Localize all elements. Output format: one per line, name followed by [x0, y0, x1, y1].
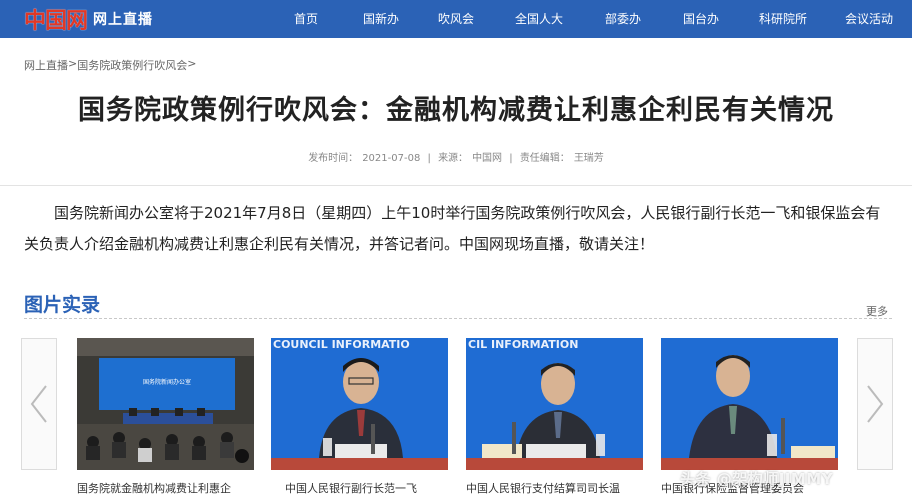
nav-item-ministries[interactable]: 部委办	[584, 0, 662, 38]
press-hall-photo: 国务院新闻办公室	[77, 338, 254, 470]
nav-item-research[interactable]: 科研院所	[740, 0, 826, 38]
main-nav: 首页 国新办 吹风会 全国人大 部委办 国台办 科研院所 会议活动	[268, 0, 912, 38]
chevron-left-icon	[30, 385, 47, 423]
date-label: 发布时间：	[308, 153, 359, 164]
screen-text: 国务院新闻办公室	[143, 378, 191, 386]
breadcrumb-separator: >	[68, 57, 78, 70]
top-navigation-bar: 中国网 网上直播 首页 国新办 吹风会 全国人大 部委办 国台办 科研院所 会议…	[0, 0, 912, 38]
gallery-caption-2[interactable]: 中国人民银行副行长范一飞	[285, 480, 462, 496]
nav-item-events[interactable]: 会议活动	[826, 0, 912, 38]
site-logo[interactable]: 中国网 网上直播	[24, 4, 153, 34]
gallery-caption-1[interactable]: 国务院就金融机构减费让利惠企	[77, 480, 254, 496]
gallery-thumb-2[interactable]: COUNCIL INFORMATIO	[271, 338, 448, 470]
gallery-thumb-3[interactable]: CIL INFORMATION	[466, 338, 643, 470]
nav-item-npc[interactable]: 全国人大	[494, 0, 584, 38]
breadcrumb-separator: >	[187, 57, 197, 70]
banner-text: CIL INFORMATION	[468, 338, 578, 351]
editor-name: 王瑞芳	[573, 153, 604, 164]
speaker-photo-3	[661, 338, 838, 470]
nav-item-scio[interactable]: 国新办	[344, 0, 418, 38]
breadcrumb-live[interactable]: 网上直播	[24, 57, 68, 73]
banner-text: COUNCIL INFORMATIO	[273, 338, 410, 351]
nav-item-briefing[interactable]: 吹风会	[418, 0, 494, 38]
carousel-prev-button[interactable]	[21, 338, 57, 470]
breadcrumb: 网上直播 > 国务院政策例行吹风会 >	[24, 57, 196, 73]
nav-item-taiwan-office[interactable]: 国台办	[662, 0, 740, 38]
gallery-thumb-1[interactable]: 国务院新闻办公室	[77, 338, 254, 470]
source-label: 来源：	[438, 153, 469, 164]
editor-label: 责任编辑：	[519, 153, 570, 164]
meta-separator: |	[509, 153, 513, 164]
gallery-thumb-4[interactable]	[661, 338, 838, 470]
chevron-right-icon	[867, 385, 884, 423]
logo-mark: 中国网	[24, 8, 88, 34]
speaker-photo-2: CIL INFORMATION	[466, 338, 643, 470]
breadcrumb-policy-briefing[interactable]: 国务院政策例行吹风会	[77, 57, 187, 73]
article-intro: 国务院新闻办公室将于2021年7月8日（星期四）上午10时举行国务院政策例行吹风…	[24, 204, 881, 253]
nav-item-home[interactable]: 首页	[268, 0, 344, 38]
header-divider	[0, 185, 912, 186]
carousel-next-button[interactable]	[857, 338, 893, 470]
speaker-photo-1: COUNCIL INFORMATIO	[271, 338, 448, 470]
logo-subtitle: 网上直播	[93, 12, 154, 28]
page-title: 国务院政策例行吹风会：金融机构减费让利惠企利民有关情况	[78, 95, 834, 126]
more-link[interactable]: 更多	[866, 303, 888, 319]
meta-separator: |	[427, 153, 431, 164]
watermark: 头条 @架构师JIMMY	[680, 470, 834, 488]
article-meta: 发布时间： 2021-07-08 | 来源： 中国网 | 责任编辑： 王瑞芳	[0, 149, 912, 164]
gallery-title: 图片实录	[24, 294, 101, 316]
gallery-divider	[24, 318, 892, 319]
publish-date: 2021-07-08	[362, 153, 421, 164]
gallery-caption-3[interactable]: 中国人民银行支付结算司司长温	[466, 480, 643, 496]
source-name: 中国网	[472, 153, 503, 164]
